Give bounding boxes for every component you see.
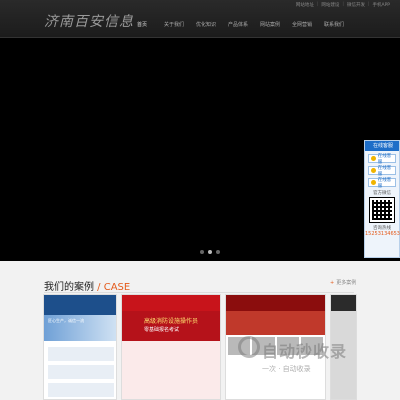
- separator: |: [316, 2, 319, 7]
- plus-icon: +: [330, 280, 335, 286]
- thumb-header: [44, 295, 116, 315]
- slider-dot-active[interactable]: [208, 250, 212, 254]
- qr-code-icon: [369, 197, 395, 223]
- nav-marketing[interactable]: 全网营销: [286, 21, 318, 28]
- nav-seo[interactable]: 优化知识: [190, 21, 222, 28]
- nav-contact[interactable]: 联系我们: [318, 21, 350, 28]
- qq-icon: [371, 168, 376, 173]
- case-thumb-1[interactable]: 匠心生产，诚信一流: [43, 294, 117, 400]
- thumb-header: [122, 295, 220, 311]
- toplink-build[interactable]: 网站建设: [321, 2, 339, 8]
- thumb-banner-text: 匠心生产，诚信一流: [48, 318, 84, 323]
- service-title: 在线客服: [365, 141, 399, 151]
- thumb-header: [331, 295, 356, 311]
- more-cases-link[interactable]: + 更多案例: [330, 279, 356, 286]
- cases-section: 我们的案例 / CASE + 更多案例 匠心生产，诚信一流 高级消防设施操作员 零…: [0, 261, 400, 400]
- qq-icon: [371, 156, 376, 161]
- case-thumb-2[interactable]: 高级消防设施操作员 零基础报名考试: [121, 294, 221, 400]
- thumb-banner: [226, 311, 325, 335]
- thumb-row: [48, 347, 114, 361]
- slider-dot[interactable]: [216, 250, 220, 254]
- divider: [44, 292, 354, 293]
- thumb-row: [48, 365, 114, 379]
- page: 济南百安信息 网站地址 | 网站建设 | 微信开发 | 手机APP 首页 关于我…: [0, 0, 400, 400]
- watermark-text: 自动秒收录: [262, 342, 348, 361]
- thumb-header: [226, 295, 325, 311]
- watermark-subtext: 一次 · 自动收录: [262, 365, 311, 373]
- qq-icon: [371, 180, 376, 185]
- nav-products[interactable]: 产品体系: [222, 21, 254, 28]
- hotline-number[interactable]: 15253134653: [365, 231, 400, 237]
- thumb-row: [48, 383, 114, 397]
- thumb-body: [122, 341, 220, 399]
- cases-title: 我们的案例 / CASE: [44, 278, 130, 293]
- top-links: 网站地址 | 网站建设 | 微信开发 | 手机APP: [296, 2, 390, 8]
- thumb-banner-title: 高级消防设施操作员: [144, 318, 199, 325]
- thumb-banner-sub: 零基础报名考试: [144, 327, 180, 333]
- toplink-wechat[interactable]: 微信开发: [347, 2, 365, 8]
- nav-cases[interactable]: 网站案例: [254, 21, 286, 28]
- separator: |: [342, 2, 344, 7]
- qq-button-2[interactable]: 在线客服: [368, 166, 396, 177]
- slider-dots: [200, 250, 220, 254]
- main-nav: 首页 关于我们 优化知识 产品体系 网站案例 全网营销 联系我们: [126, 21, 350, 28]
- wechat-label: 官方微信: [373, 191, 391, 196]
- toplink-site[interactable]: 网站地址: [296, 2, 314, 8]
- more-cases-label: 更多案例: [336, 280, 357, 286]
- separator: |: [367, 2, 370, 7]
- qq-button-3[interactable]: 在线客服: [368, 178, 396, 189]
- thumb-banner: 高级消防设施操作员 零基础报名考试: [122, 311, 220, 341]
- qq-button-1[interactable]: 在线客服: [368, 154, 396, 165]
- hero-banner[interactable]: [0, 38, 400, 261]
- header-bar: 济南百安信息 网站地址 | 网站建设 | 微信开发 | 手机APP 首页 关于我…: [0, 0, 400, 38]
- nav-about[interactable]: 关于我们: [158, 21, 190, 28]
- toplink-app[interactable]: 手机APP: [372, 2, 390, 8]
- site-logo[interactable]: 济南百安信息: [44, 11, 134, 31]
- slider-dot[interactable]: [200, 250, 204, 254]
- service-panel: 在线客服 在线客服 在线客服 在线客服 官方微信 咨询热线 1525313465…: [364, 140, 400, 258]
- nav-home[interactable]: 首页: [126, 21, 158, 28]
